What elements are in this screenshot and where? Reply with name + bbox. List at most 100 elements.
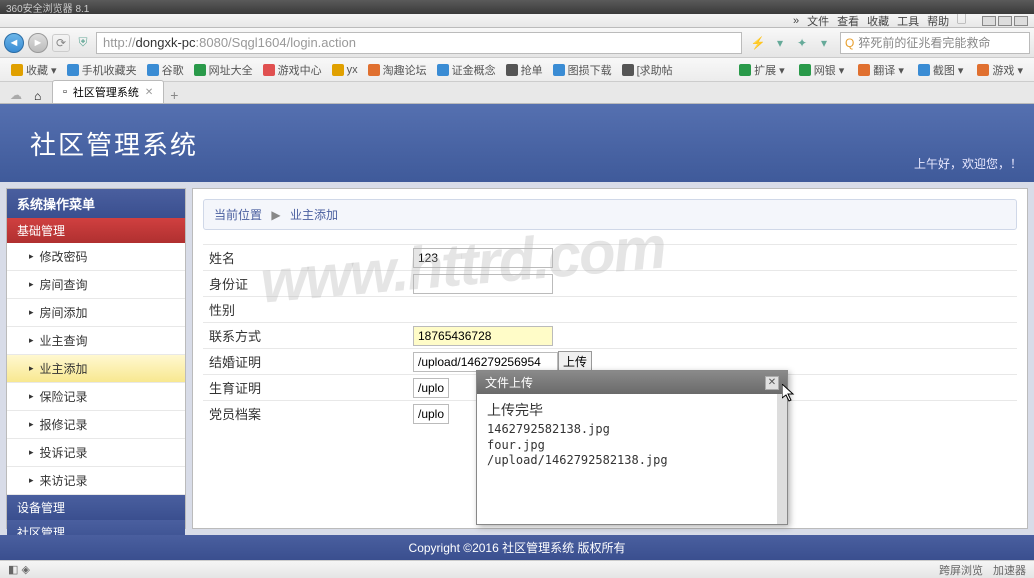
breadcrumb: 当前位置 ▶ 业主添加 (203, 199, 1017, 230)
menu-item[interactable]: 业主查询 (7, 327, 185, 355)
tab-close-button[interactable]: ✕ (145, 87, 153, 98)
home-icon[interactable]: ⌂ (34, 89, 52, 103)
form-row: 身份证 (203, 270, 1017, 296)
forward-button[interactable]: ► (28, 33, 48, 53)
upload-button[interactable]: 上传 (558, 351, 592, 371)
sidebar: 系统操作菜单 基础管理修改密码房间查询房间添加业主查询业主添加保险记录报修记录投… (6, 188, 186, 529)
url-host: dongxk-pc (136, 35, 196, 50)
dialog-close-button[interactable]: ✕ (765, 376, 779, 390)
menu-file[interactable]: 文件 (807, 13, 829, 29)
window-buttons (982, 16, 1028, 26)
bookmark-item[interactable]: 图损下载 (548, 62, 617, 78)
dialog-title-text: 文件上传 (485, 374, 533, 391)
menu-item[interactable]: 报修记录 (7, 411, 185, 439)
maximize-button[interactable] (998, 16, 1012, 26)
status-item[interactable]: 加速器 (993, 562, 1026, 578)
text-input[interactable] (413, 274, 553, 294)
form-label: 联系方式 (203, 326, 413, 345)
browser-title: 360安全浏览器 8.1 (6, 0, 89, 15)
bookmark-item[interactable]: 抢单 (501, 62, 548, 78)
bookmark-item[interactable]: 手机收藏夹 (62, 62, 142, 78)
app-title: 社区管理系统 (30, 125, 198, 162)
url-scheme: http:// (103, 35, 136, 50)
bookmark-item[interactable]: 收藏 ▾ (6, 62, 62, 78)
tab-title: 社区管理系统 (73, 84, 139, 100)
menu-item[interactable]: 保险记录 (7, 383, 185, 411)
text-input[interactable] (413, 352, 558, 372)
compat-icon[interactable]: ▾ (772, 35, 788, 51)
menu-pipe: 🗌 (957, 11, 966, 30)
bookmark-item[interactable]: [求助帖 (617, 62, 678, 78)
address-actions: ⚡ ▾ ✦ ▾ (746, 35, 836, 51)
url-path: :8080/Sqgl1604/login.action (196, 35, 356, 50)
menu-group[interactable]: 设备管理 (7, 495, 185, 520)
text-input[interactable] (413, 404, 449, 424)
form-label: 性别 (203, 300, 413, 319)
close-button[interactable] (1014, 16, 1028, 26)
form-row: 联系方式 (203, 322, 1017, 348)
menu-item[interactable]: 房间查询 (7, 271, 185, 299)
form-value: 上传 (413, 351, 1017, 372)
toolbar-item[interactable]: 扩展 ▾ (734, 62, 790, 78)
menu-tools[interactable]: 工具 (897, 13, 919, 29)
sidebar-title: 系统操作菜单 (7, 189, 185, 218)
text-input[interactable] (413, 378, 449, 398)
breadcrumb-page: 业主添加 (290, 208, 338, 222)
upload-dialog: 文件上传 ✕ 上传完毕 1462792582138.jpg four.jpg /… (476, 370, 788, 525)
tabs-bar: ☁ ⌂ ▫ 社区管理系统 ✕ + (0, 82, 1034, 104)
breadcrumb-label: 当前位置 (214, 208, 262, 222)
new-tab-button[interactable]: + (170, 87, 178, 103)
menu-chevrons[interactable]: » (793, 15, 799, 27)
search-icon: Q (845, 36, 854, 50)
bookmark-item[interactable]: 谷歌 (142, 62, 189, 78)
menu-group[interactable]: 基础管理 (7, 218, 185, 243)
welcome-text: 上午好，欢迎您，！ (914, 155, 1022, 172)
upload-status: 上传完毕 (487, 400, 767, 420)
bookmark-item[interactable]: 游戏中心 (258, 62, 327, 78)
browser-status-bar: ◧ ◈ 跨屏浏览 加速器 (0, 560, 1034, 578)
menu-item[interactable]: 修改密码 (7, 243, 185, 271)
back-button[interactable]: ◄ (4, 33, 24, 53)
cloud-icon[interactable]: ☁ (6, 87, 26, 103)
text-input[interactable] (413, 326, 553, 346)
upload-line: 1462792582138.jpg (487, 422, 767, 438)
search-input[interactable]: Q 猝死前的征兆看完能救命 (840, 32, 1030, 54)
toolbar-item[interactable]: 游戏 ▾ (972, 62, 1028, 78)
toolbar-item[interactable]: 截图 ▾ (913, 62, 969, 78)
toolbar-item[interactable]: 翻译 ▾ (853, 62, 909, 78)
url-input[interactable]: http://dongxk-pc:8080/Sqgl1604/login.act… (96, 32, 742, 54)
menu-item[interactable]: 来访记录 (7, 467, 185, 495)
bookmark-item[interactable]: 网址大全 (189, 62, 258, 78)
menu-item[interactable]: 投诉记录 (7, 439, 185, 467)
reload-button[interactable]: ⟳ (52, 34, 70, 52)
dropdown-icon[interactable]: ▾ (816, 35, 832, 51)
text-input[interactable] (413, 248, 553, 268)
minimize-button[interactable] (982, 16, 996, 26)
speed-icon[interactable]: ⚡ (750, 35, 766, 51)
bookmark-item[interactable]: 证金概念 (432, 62, 501, 78)
status-item[interactable]: 跨屏浏览 (939, 562, 983, 578)
menu-help[interactable]: 帮助 (927, 13, 949, 29)
dialog-body: 上传完毕 1462792582138.jpg four.jpg /upload/… (477, 394, 787, 524)
menu-item[interactable]: 房间添加 (7, 299, 185, 327)
app-header: 社区管理系统 上午好，欢迎您，！ (0, 104, 1034, 182)
tab-favicon: ▫ (63, 86, 67, 98)
browser-menu-bar: » 文件 查看 收藏 工具 帮助 🗌 (0, 14, 1034, 28)
upload-line: /upload/1462792582138.jpg (487, 453, 767, 469)
breadcrumb-sep: ▶ (271, 208, 280, 222)
form-label: 党员档案 (203, 404, 413, 423)
bookmark-item[interactable]: yx (327, 64, 363, 76)
menu-fav[interactable]: 收藏 (867, 13, 889, 29)
menu-group[interactable]: 社区管理 (7, 520, 185, 535)
search-placeholder: 猝死前的征兆看完能救命 (858, 34, 990, 51)
bolt-icon[interactable]: ✦ (794, 35, 810, 51)
shield-icon: ⛨ (74, 34, 92, 52)
tab-active[interactable]: ▫ 社区管理系统 ✕ (52, 80, 164, 103)
menu-view[interactable]: 查看 (837, 13, 859, 29)
toolbar-item[interactable]: 网银 ▾ (794, 62, 850, 78)
bookmark-item[interactable]: 淘趣论坛 (363, 62, 432, 78)
menu-item[interactable]: 业主添加 (7, 355, 185, 383)
form-label: 身份证 (203, 274, 413, 293)
form-row: 姓名 (203, 244, 1017, 270)
dialog-titlebar[interactable]: 文件上传 ✕ (477, 371, 787, 394)
